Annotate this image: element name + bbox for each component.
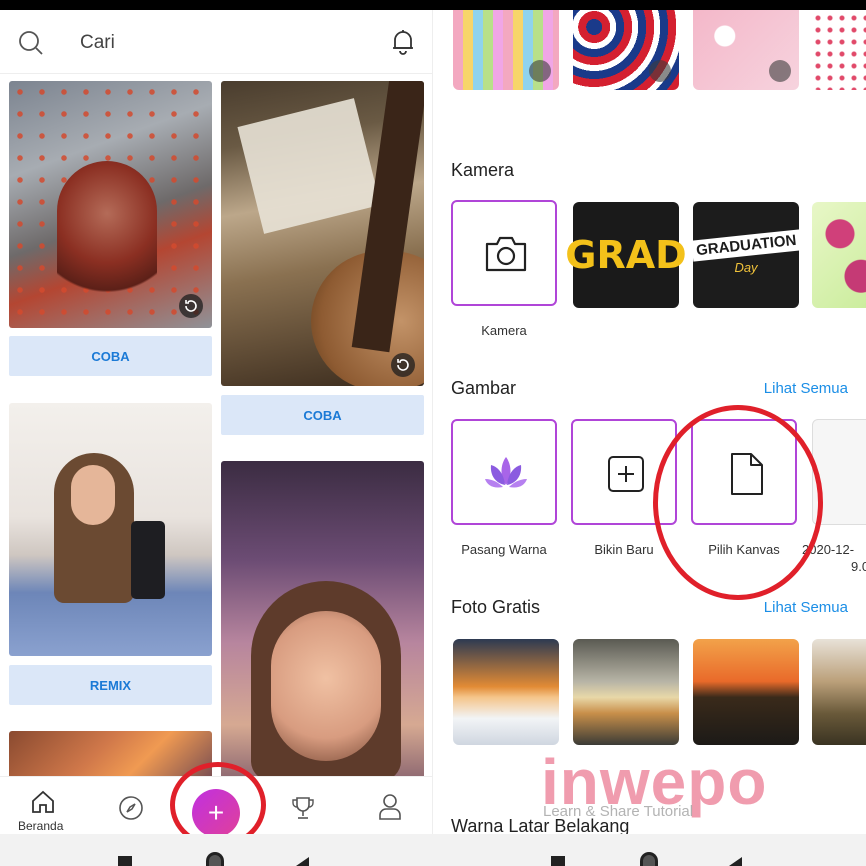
camera-icon	[485, 236, 527, 272]
remix-button[interactable]: REMIX	[9, 665, 212, 705]
home-icon[interactable]	[30, 789, 56, 815]
graduation-sub-text: Day	[734, 260, 758, 275]
replay-icon	[391, 353, 415, 377]
free-photo-thumbnail[interactable]	[573, 639, 679, 745]
watermark-tagline: Learn & Share Tutorial	[543, 803, 694, 820]
profile-icon[interactable]	[377, 793, 403, 821]
search-bar[interactable]: Cari	[0, 10, 432, 74]
recent-project-tile[interactable]	[812, 419, 866, 525]
color-tile[interactable]	[451, 419, 557, 525]
section-title-free-photos: Foto Gratis	[451, 597, 541, 617]
recent-project-time: 9.0	[851, 559, 866, 574]
create-button[interactable]: +	[192, 789, 240, 834]
recents-nav-button[interactable]	[551, 856, 565, 866]
feed-card-image[interactable]	[9, 81, 212, 328]
section-title-camera: Kamera	[451, 160, 515, 180]
choose-canvas-tile[interactable]	[691, 419, 797, 525]
lotus-icon	[485, 457, 527, 488]
document-icon	[731, 453, 763, 495]
feed-card-image[interactable]	[221, 81, 424, 386]
search-icon[interactable]	[18, 30, 44, 56]
home-nav-button[interactable]	[206, 852, 224, 866]
bell-icon[interactable]	[390, 28, 416, 56]
system-nav-bar	[0, 834, 866, 866]
recent-project-date: 2020-12-	[802, 542, 855, 557]
graduation-text: GRADUATION	[690, 229, 802, 262]
color-tile-label: Pasang Warna	[461, 542, 547, 557]
tab-home-label[interactable]: Beranda	[18, 819, 63, 833]
free-photos-see-all-link[interactable]: Lihat Semua	[764, 599, 848, 616]
back-nav-button[interactable]	[729, 857, 742, 866]
camera-tile[interactable]	[451, 200, 557, 306]
home-nav-button[interactable]	[640, 852, 658, 866]
back-nav-button[interactable]	[296, 857, 309, 866]
search-input[interactable]: Cari	[80, 32, 115, 54]
status-bar	[0, 0, 866, 10]
feed-card-image[interactable]	[9, 403, 212, 656]
trophy-icon[interactable]	[290, 795, 316, 821]
images-see-all-link[interactable]: Lihat Semua	[764, 380, 848, 397]
section-title-images: Gambar	[451, 378, 517, 398]
crown-icon	[649, 60, 671, 82]
sticker-thumbnail[interactable]	[812, 10, 866, 90]
sticker-thumbnail[interactable]	[693, 10, 799, 90]
try-button[interactable]: COBA	[9, 336, 212, 376]
crown-icon	[529, 60, 551, 82]
recents-nav-button[interactable]	[118, 856, 132, 866]
feed-card-image[interactable]	[221, 461, 424, 791]
feed-screen: Cari COBA COBA REMIX Beranda +	[0, 10, 433, 834]
free-photo-thumbnail[interactable]	[693, 639, 799, 745]
graduation-day-sticker[interactable]: GRADUATION Day	[690, 202, 802, 308]
bottom-tab-bar: Beranda +	[0, 776, 432, 834]
try-button[interactable]: COBA	[221, 395, 424, 435]
compass-icon[interactable]	[118, 795, 144, 821]
grad-sticker[interactable]: GRAD	[565, 202, 687, 308]
plus-square-icon	[608, 456, 644, 492]
camera-tile-label: Kamera	[481, 323, 527, 338]
replay-icon	[179, 294, 203, 318]
free-photo-thumbnail[interactable]	[812, 639, 866, 745]
flower-sticker[interactable]	[812, 202, 866, 308]
crown-icon	[769, 60, 791, 82]
new-project-tile-label: Bikin Baru	[594, 542, 654, 557]
new-project-tile[interactable]	[571, 419, 677, 525]
sticker-thumbnail[interactable]	[453, 10, 559, 90]
grad-sticker-text: GRAD	[565, 233, 687, 277]
free-photo-thumbnail[interactable]	[453, 639, 559, 745]
sticker-thumbnail[interactable]	[573, 10, 679, 90]
create-screen: Kamera Kamera GRAD GRADUATION Day Gambar…	[433, 10, 866, 834]
choose-canvas-tile-label: Pilih Kanvas	[708, 542, 780, 557]
